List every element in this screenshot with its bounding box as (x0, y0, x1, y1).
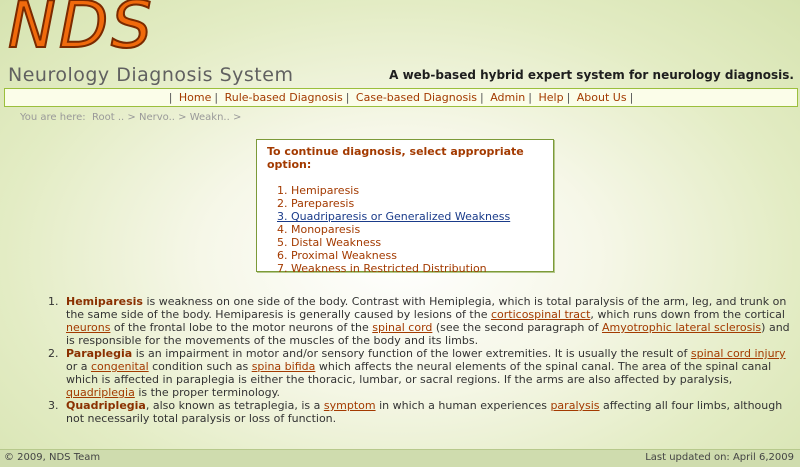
option-pareparesis[interactable]: 2. Pareparesis (277, 197, 553, 210)
breadcrumb-root[interactable]: Root .. (92, 112, 124, 123)
link-neurons[interactable]: neurons (66, 321, 110, 334)
main-nav: | Home | Rule-based Diagnosis | Case-based… (4, 88, 798, 107)
link-congenital[interactable]: congenital (91, 360, 149, 373)
link-corticospinal-tract[interactable]: corticospinal tract (491, 308, 590, 321)
nav-about-us[interactable]: About Us (574, 91, 630, 104)
term-quadriplegia: Quadriplegia (66, 399, 146, 412)
link-spinal-cord-injury[interactable]: spinal cord injury (691, 347, 786, 360)
link-spinal-cord[interactable]: spinal cord (372, 321, 432, 334)
link-quadriplegia[interactable]: quadriplegia (66, 386, 135, 399)
logo[interactable]: NDS (7, 0, 155, 59)
definition-hemiparesis: 1. Hemiparesis is weakness on one side of… (48, 295, 790, 347)
nav-admin[interactable]: Admin (487, 91, 528, 104)
option-hemiparesis[interactable]: 1. Hemiparesis (277, 184, 553, 197)
site-subtitle: Neurology Diagnosis System (8, 64, 294, 86)
option-monoparesis[interactable]: 4. Monoparesis (277, 223, 553, 236)
breadcrumb-weakn[interactable]: Weakn.. (190, 112, 230, 123)
nav-help[interactable]: Help (535, 91, 566, 104)
header: NDS Neurology Diagnosis System A web-bas… (0, 0, 800, 88)
last-updated: Last updated on: April 6,2009 (645, 452, 794, 463)
link-paralysis[interactable]: paralysis (550, 399, 599, 412)
diagnosis-options-panel: To continue diagnosis, select appropriat… (256, 139, 554, 275)
definitions-list: 1. Hemiparesis is weakness on one side of… (48, 295, 794, 425)
breadcrumb-prefix: You are here: (20, 112, 86, 123)
link-symptom[interactable]: symptom (324, 399, 376, 412)
breadcrumb-nervo[interactable]: Nervo.. (139, 112, 175, 123)
definition-quadriplegia: 3. Quadriplegia, also known as tetraplegi… (48, 399, 783, 425)
footer: © 2009, NDS Team Last updated on: April … (0, 449, 800, 467)
breadcrumb: You are here: Root .. > Nervo.. > Weakn.… (20, 112, 242, 123)
option-quadriparesis[interactable]: 3. Quadriparesis or Generalized Weakness (277, 210, 553, 223)
link-spina-bifida[interactable]: spina bifida (252, 360, 316, 373)
link-als[interactable]: Amyotrophic lateral sclerosis (602, 321, 761, 334)
options-title: To continue diagnosis, select appropriat… (267, 145, 524, 171)
copyright: © 2009, NDS Team (4, 452, 101, 463)
options-list: 1. Hemiparesis 2. Pareparesis 3. Quadrip… (277, 184, 553, 275)
option-distal-weakness[interactable]: 5. Distal Weakness (277, 236, 553, 249)
nav-case-based-diagnosis[interactable]: Case-based Diagnosis (353, 91, 480, 104)
term-hemiparesis: Hemiparesis (66, 295, 143, 308)
definition-paraplegia: 2. Paraplegia is an impairment in motor a… (48, 347, 786, 399)
option-proximal-weakness[interactable]: 6. Proximal Weakness (277, 249, 553, 262)
nav-rule-based-diagnosis[interactable]: Rule-based Diagnosis (222, 91, 346, 104)
term-paraplegia: Paraplegia (66, 347, 133, 360)
option-restricted-distribution[interactable]: 7. Weakness in Restricted Distribution (277, 262, 553, 275)
tagline: A web-based hybrid expert system for neu… (389, 68, 794, 82)
nav-home[interactable]: Home (176, 91, 214, 104)
